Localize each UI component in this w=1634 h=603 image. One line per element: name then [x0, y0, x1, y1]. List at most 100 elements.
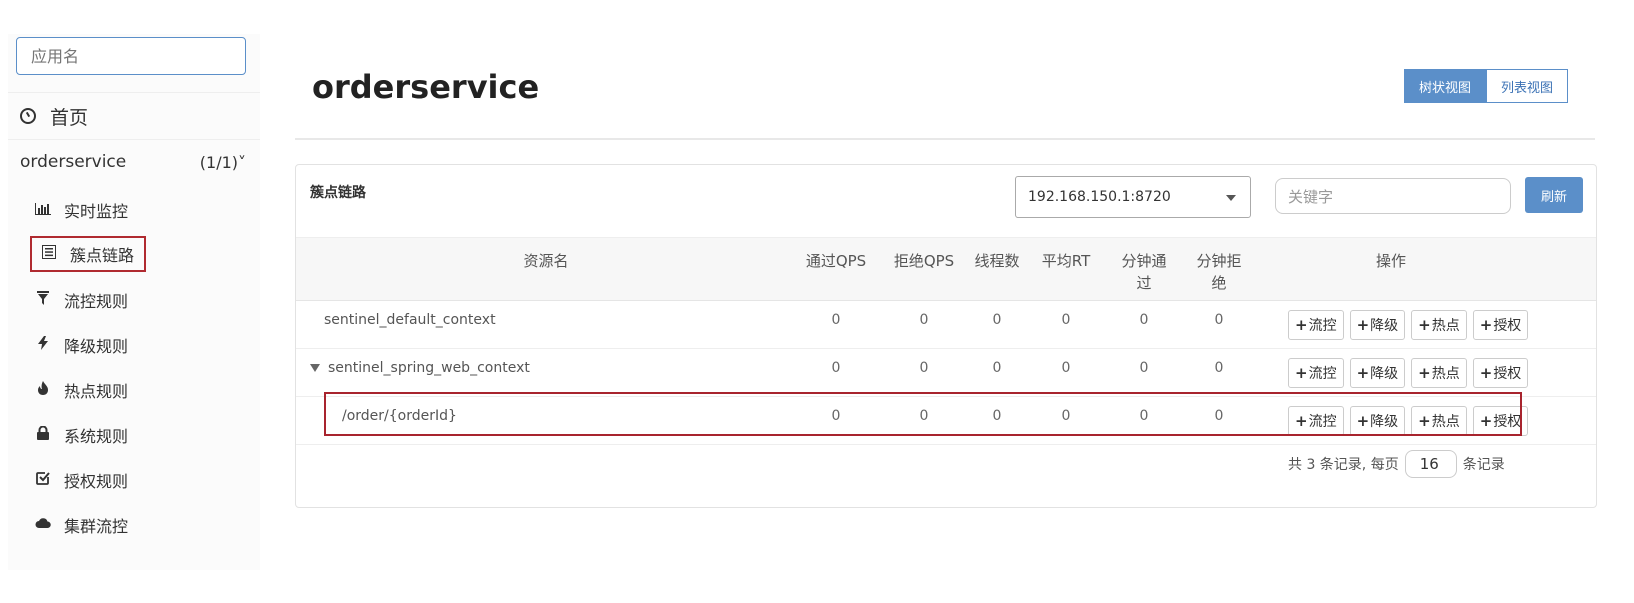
sidebar-item-cluster-flow[interactable]: 集群流控 — [34, 507, 128, 543]
sidebar-item-label: 授权规则 — [64, 472, 129, 491]
app-search: 搜索 — [16, 37, 246, 75]
add-auth-rule-button[interactable]: + 授权 — [1472, 310, 1529, 340]
th-resource: 资源名 — [523, 252, 569, 270]
page-size-input[interactable]: 16 — [1404, 450, 1457, 478]
check-square-icon — [34, 471, 52, 489]
cell-pass-qps: 0 — [831, 360, 841, 376]
plus-icon: + — [1479, 316, 1493, 334]
title-divider — [295, 138, 1595, 140]
add-hotspot-rule-button[interactable]: + 热点 — [1411, 310, 1467, 340]
resource-name[interactable]: sentinel_spring_web_context — [310, 360, 530, 376]
cell-minute-pass: 0 — [1139, 408, 1149, 424]
sidebar-item-label: 集群流控 — [64, 517, 129, 536]
sidebar-item-label: 降级规则 — [64, 337, 129, 356]
nav-home-label: 首页 — [50, 106, 89, 129]
row-actions: + 流控 + 降级 + 热点 + 授权 — [1288, 310, 1529, 340]
sidebar-item-label: 系统规则 — [64, 427, 129, 446]
th-minute-block: 分钟拒绝 — [1196, 252, 1242, 292]
add-auth-rule-button[interactable]: + 授权 — [1472, 358, 1529, 388]
add-degrade-rule-button[interactable]: + 降级 — [1349, 406, 1406, 436]
machine-select[interactable]: 192.168.150.1:8720 — [1015, 176, 1251, 218]
nav-home[interactable]: 首页 — [8, 92, 260, 140]
sidebar-item-realtime-monitor[interactable]: 实时监控 — [34, 192, 128, 228]
sidebar-item-hotspot-rules[interactable]: 热点规则 — [34, 372, 128, 408]
caret-down-icon — [1226, 195, 1236, 201]
sidebar-item-system-rules[interactable]: 系统规则 — [34, 417, 128, 453]
add-flow-rule-button[interactable]: + 流控 — [1288, 406, 1344, 436]
plus-icon: + — [1356, 316, 1370, 334]
th-threads: 线程数 — [974, 252, 1020, 270]
caret-down-icon[interactable] — [310, 364, 320, 372]
plus-icon: + — [1356, 412, 1370, 430]
row-actions: + 流控 + 降级 + 热点 + 授权 — [1288, 358, 1529, 388]
row-actions: + 流控 + 降级 + 热点 + 授权 — [1288, 406, 1529, 436]
plus-icon: + — [1479, 364, 1493, 382]
sidebar-item-auth-rules[interactable]: 授权规则 — [34, 462, 128, 498]
list-view-button[interactable]: 列表视图 — [1486, 69, 1569, 103]
sidebar-item-label: 热点规则 — [64, 382, 129, 401]
add-hotspot-rule-button[interactable]: + 热点 — [1411, 358, 1467, 388]
bolt-icon — [34, 336, 52, 354]
cell-threads: 0 — [992, 312, 1002, 328]
cell-pass-qps: 0 — [831, 408, 841, 424]
table-row: sentinel_spring_web_context 0 0 0 0 0 0 … — [296, 348, 1596, 397]
resource-name: /order/{orderId} — [342, 408, 457, 424]
add-auth-rule-button[interactable]: + 授权 — [1472, 406, 1529, 436]
cell-block-qps: 0 — [919, 408, 929, 424]
th-ops: 操作 — [1375, 252, 1406, 270]
cell-minute-block: 0 — [1214, 408, 1224, 424]
pager-suffix: 条记录 — [1462, 457, 1505, 473]
sidebar: 搜索 首页 orderservice (1/1)˅ 实时监控 簇点链路 流控规则… — [8, 34, 260, 570]
sidebar-item-label: 簇点链路 — [70, 246, 135, 265]
plus-icon: + — [1479, 412, 1493, 430]
add-degrade-rule-button[interactable]: + 降级 — [1349, 358, 1406, 388]
add-flow-rule-button[interactable]: + 流控 — [1288, 310, 1344, 340]
cloud-icon — [34, 517, 52, 533]
cell-avg-rt: 0 — [1061, 408, 1071, 424]
sidebar-item-flow-rules[interactable]: 流控规则 — [34, 282, 128, 318]
sidebar-item-label: 实时监控 — [64, 202, 129, 221]
resource-name: sentinel_default_context — [324, 312, 496, 328]
th-avg-rt: 平均RT — [1041, 252, 1091, 270]
app-selector[interactable]: orderservice (1/1)˅ — [8, 140, 260, 184]
cell-minute-block: 0 — [1214, 360, 1224, 376]
table-header: 资源名 通过QPS 拒绝QPS 线程数 平均RT 分钟通过 分钟拒绝 操作 — [296, 237, 1596, 301]
sidebar-item-label: 流控规则 — [64, 292, 129, 311]
keyword-input[interactable]: 关键字 — [1275, 178, 1511, 214]
filter-icon — [34, 291, 52, 309]
dashboard-icon — [20, 108, 36, 124]
sidebar-item-degrade-rules[interactable]: 降级规则 — [34, 327, 128, 363]
search-button[interactable]: 搜索 — [245, 38, 246, 74]
cell-pass-qps: 0 — [831, 312, 841, 328]
panel-title: 簇点链路 — [310, 185, 366, 201]
table-row: sentinel_default_context 0 0 0 0 0 0 + 流控… — [296, 300, 1596, 349]
add-degrade-rule-button[interactable]: + 降级 — [1349, 310, 1406, 340]
view-toggle: 树状视图 列表视图 — [1404, 69, 1569, 103]
cell-minute-block: 0 — [1214, 312, 1224, 328]
cluster-point-panel: 簇点链路 192.168.150.1:8720 关键字 刷新 资源名 通过QPS… — [295, 164, 1597, 508]
refresh-button[interactable]: 刷新 — [1525, 177, 1583, 213]
cell-threads: 0 — [992, 408, 1002, 424]
add-flow-rule-button[interactable]: + 流控 — [1288, 358, 1344, 388]
plus-icon: + — [1295, 412, 1308, 430]
table-row: /order/{orderId} 0 0 0 0 0 0 + 流控 + 降级 + 热点… — [296, 396, 1596, 445]
machine-select-value: 192.168.150.1:8720 — [1028, 189, 1171, 205]
plus-icon: + — [1295, 364, 1308, 382]
tree-view-button[interactable]: 树状视图 — [1404, 69, 1487, 103]
plus-icon: + — [1295, 316, 1308, 334]
plus-icon: + — [1356, 364, 1370, 382]
app-search-input[interactable] — [17, 38, 245, 74]
app-name: orderservice — [20, 152, 127, 172]
list-icon — [40, 245, 58, 263]
sidebar-item-cluster-point-link[interactable]: 簇点链路 — [30, 236, 147, 272]
cell-avg-rt: 0 — [1061, 312, 1071, 328]
th-block-qps: 拒绝QPS — [893, 252, 955, 270]
cell-minute-pass: 0 — [1139, 360, 1149, 376]
cell-block-qps: 0 — [919, 312, 929, 328]
add-hotspot-rule-button[interactable]: + 热点 — [1411, 406, 1467, 436]
plus-icon: + — [1418, 364, 1431, 382]
cell-avg-rt: 0 — [1061, 360, 1071, 376]
th-pass-qps: 通过QPS — [805, 252, 867, 270]
cell-minute-pass: 0 — [1139, 312, 1149, 328]
cell-block-qps: 0 — [919, 360, 929, 376]
